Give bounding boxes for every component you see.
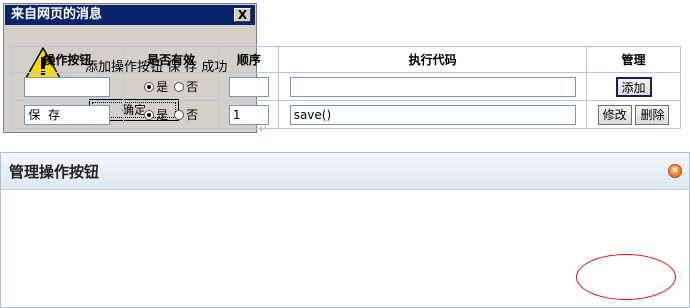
radio-yes-label: 是 — [156, 80, 169, 94]
radio-no[interactable]: 否 — [174, 106, 198, 123]
add-button[interactable]: 添加 — [615, 76, 652, 97]
delete-button[interactable]: 删除 — [635, 104, 670, 125]
close-icon[interactable]: × — [668, 164, 682, 178]
order-input[interactable] — [228, 104, 269, 125]
code-input[interactable] — [289, 104, 576, 125]
radio-no-label: 否 — [186, 80, 199, 94]
radio-yes[interactable]: 是 — [144, 78, 168, 95]
col-header-order: 顺序 — [218, 46, 280, 73]
buttons-table: 操作按钮 是否有效 顺序 执行代码 管理 是 否 添加 保 存 是 否 1 sa… — [11, 46, 681, 129]
radio-yes-label: 是 — [156, 108, 169, 122]
new-name-input[interactable] — [24, 76, 111, 97]
table-row: 是 否 修改 删除 — [11, 100, 681, 129]
close-icon[interactable]: X — [234, 8, 251, 22]
new-valid-radio-group: 是 否 — [128, 78, 215, 95]
table-header-row: 操作按钮 是否有效 顺序 执行代码 管理 — [11, 46, 681, 73]
col-header-name: 操作按钮 — [11, 46, 124, 73]
radio-dot-checked[interactable] — [144, 109, 155, 120]
panel-title: 管理操作按钮 — [9, 163, 100, 181]
table-row-new: 是 否 添加 — [11, 72, 681, 101]
valid-radio-group: 是 否 — [128, 106, 215, 123]
radio-dot[interactable] — [174, 81, 185, 92]
col-header-manage: 管理 — [586, 46, 681, 73]
col-header-code: 执行代码 — [278, 46, 588, 73]
radio-no[interactable]: 否 — [174, 78, 198, 95]
col-header-valid: 是否有效 — [122, 46, 220, 73]
radio-yes[interactable]: 是 — [144, 106, 168, 123]
radio-dot[interactable] — [174, 109, 185, 120]
alert-title: 来自网页的消息 — [5, 5, 255, 25]
radio-no-label: 否 — [186, 108, 199, 122]
name-input[interactable] — [24, 104, 111, 125]
highlight-oval — [576, 254, 676, 300]
radio-dot-checked[interactable] — [144, 81, 155, 92]
edit-button[interactable]: 修改 — [597, 104, 632, 125]
new-order-input[interactable] — [228, 76, 269, 97]
new-code-input[interactable] — [289, 76, 576, 97]
panel-header: 管理操作按钮 × — [1, 153, 689, 190]
